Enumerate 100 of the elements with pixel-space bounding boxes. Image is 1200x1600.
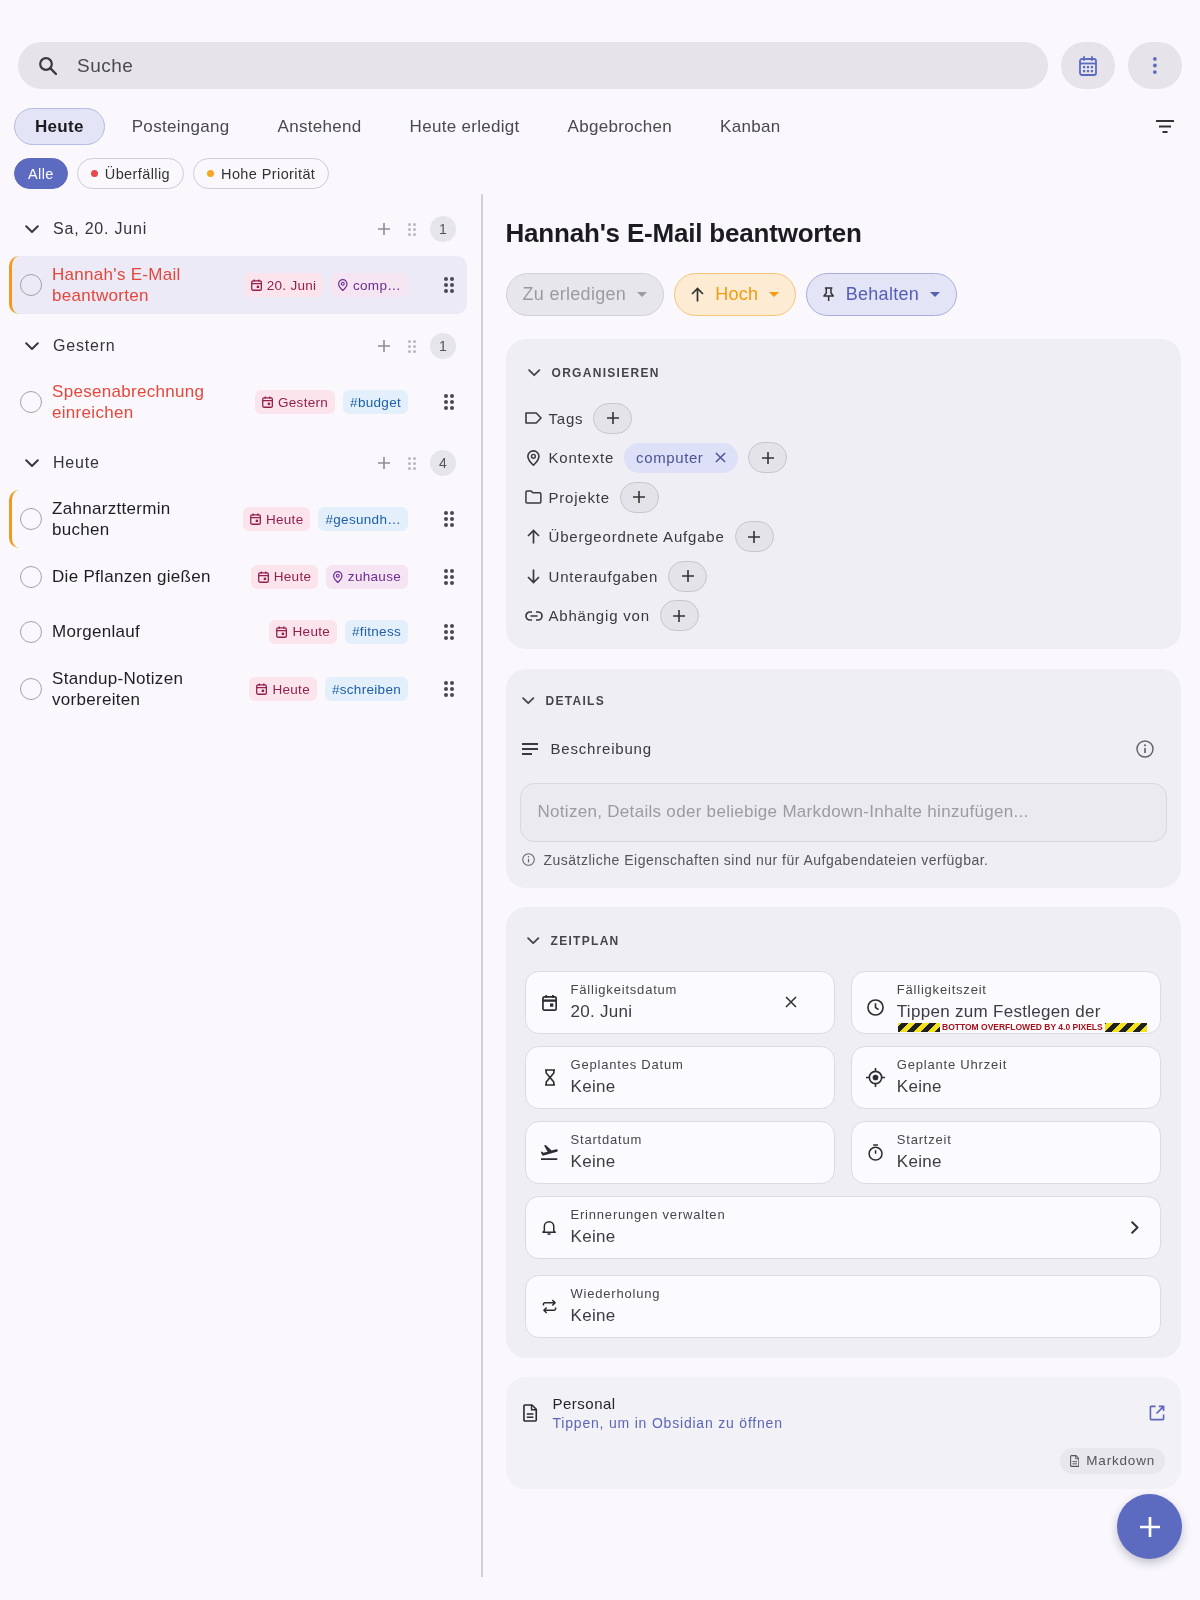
file-card[interactable]: Personal Tippen, um in Obsidian zu öffnen Markdown: [505, 1376, 1181, 1489]
task-row[interactable]: Standup-Notizen vorbereiten Heute #schreiben: [9, 660, 467, 718]
drag-handle-icon[interactable]: [408, 339, 416, 353]
field-value: Keine: [570, 1226, 617, 1247]
task-title: Die Pflanzen gießen: [52, 566, 211, 587]
airplane-icon: [541, 1144, 558, 1160]
chevron-down-icon[interactable]: [25, 458, 39, 468]
section-toggle[interactable]: ZEITPLAN: [524, 930, 620, 951]
drag-handle-icon[interactable]: [444, 681, 454, 697]
plus-icon: [748, 530, 761, 543]
drag-handle-icon[interactable]: [408, 456, 416, 470]
section-toggle[interactable]: DETAILS: [519, 690, 606, 711]
context-label: comp…: [353, 277, 401, 293]
date-label: Heute: [292, 624, 331, 639]
add-button[interactable]: [593, 402, 633, 434]
add-button[interactable]: [659, 600, 699, 631]
add-task-button[interactable]: [1117, 1494, 1182, 1559]
task-count: 1: [430, 216, 456, 242]
info-icon[interactable]: [1136, 739, 1154, 758]
search-field[interactable]: Suche: [18, 42, 1048, 89]
calendar-icon: [541, 993, 558, 1011]
task-row[interactable]: Spesenabrechnung einreichen Gestern #budget: [9, 373, 467, 431]
link-icon: [524, 610, 543, 621]
field-label: Startdatum: [570, 1132, 643, 1148]
due-time-field[interactable]: Fälligkeitszeit Tippen zum Festlegen der BOTTOM OVERFLOWED BY 4.0 PIXELS: [850, 970, 1161, 1034]
task-row[interactable]: Morgenlauf Heute #fitness: [9, 605, 467, 658]
add-button[interactable]: [619, 481, 659, 513]
task-title: Zahnarzttermin buchen: [52, 498, 172, 540]
tab[interactable]: Anstehend: [256, 108, 383, 145]
tab[interactable]: Kanban: [699, 108, 802, 145]
tag-icon: [525, 412, 542, 424]
arrow-down-icon: [527, 568, 540, 584]
scheduled-time-field[interactable]: Geplante Uhrzeit Keine: [850, 1045, 1161, 1109]
plus-icon[interactable]: [378, 340, 390, 352]
field-label: Tags: [548, 409, 584, 427]
task-title: Morgenlauf: [52, 621, 141, 642]
add-button[interactable]: [668, 560, 708, 592]
drag-handle-icon[interactable]: [444, 623, 454, 640]
plus-icon: [761, 451, 774, 464]
drag-handle-icon[interactable]: [444, 511, 454, 527]
tag-chip: #fitness: [345, 619, 408, 644]
tab[interactable]: Posteingang: [110, 108, 251, 145]
document-icon: [1069, 1454, 1080, 1467]
tab[interactable]: Heute erledigt: [388, 108, 541, 145]
external-link-icon[interactable]: [1149, 1405, 1165, 1421]
start-time-field[interactable]: Startzeit Keine: [850, 1120, 1161, 1184]
drag-handle-icon[interactable]: [444, 394, 454, 410]
open-in-obsidian-link[interactable]: Tippen, um in Obsidian zu öffnen: [552, 1413, 783, 1432]
close-icon: [784, 996, 797, 1008]
field-label: Geplante Uhrzeit: [896, 1057, 1008, 1073]
task-row[interactable]: Die Pflanzen gießen Heute zuhause: [9, 550, 467, 603]
plus-icon: [1139, 1516, 1160, 1537]
reminders-field[interactable]: Erinnerungen verwalten Keine: [524, 1195, 1161, 1259]
calendar-button[interactable]: [1061, 42, 1115, 89]
plus-icon[interactable]: [378, 457, 390, 469]
task-row[interactable]: Hannah's E-Mail beantworten 20. Juni comp…: [9, 256, 467, 314]
chevron-right-icon: [1131, 1220, 1139, 1234]
context-chip[interactable]: computer: [624, 442, 739, 473]
keep-dropdown[interactable]: Behalten: [806, 273, 958, 316]
bell-icon: [542, 1219, 557, 1235]
field-label: Wiederholung: [570, 1286, 661, 1302]
tab[interactable]: Heute: [14, 108, 105, 145]
folder-icon: [525, 490, 542, 504]
plus-icon[interactable]: [378, 223, 390, 235]
info-icon: [521, 853, 535, 866]
info-note: Zusätzliche Eigenschaften sind nur für Aufgabendateien verfügbar.: [543, 851, 989, 868]
field-label: Projekte: [548, 488, 610, 506]
add-button[interactable]: [734, 521, 774, 552]
field-value: Keine: [896, 1151, 943, 1172]
format-label: Markdown: [1086, 1453, 1155, 1468]
task-title: Spesenabrechnung einreichen: [52, 381, 206, 423]
task-count: 1: [430, 333, 456, 359]
field-label: Startzeit: [896, 1132, 952, 1148]
field-label: Übergeordnete Aufgabe: [548, 528, 725, 545]
drag-handle-icon[interactable]: [444, 568, 454, 585]
chevron-down-icon[interactable]: [25, 341, 39, 351]
description-field[interactable]: Notizen, Details oder beliebige Markdown-Inhalte hinzufügen...: [519, 782, 1167, 842]
tab[interactable]: Abgebrochen: [546, 108, 694, 145]
scheduled-date-field[interactable]: Geplantes Datum Keine: [524, 1045, 835, 1109]
drag-handle-icon[interactable]: [408, 222, 416, 236]
field-value: Keine: [570, 1151, 617, 1172]
location-pin-icon: [338, 279, 348, 291]
section-toggle[interactable]: ORGANISIEREN: [525, 363, 660, 383]
filter-chip[interactable]: Überfällig: [76, 158, 185, 189]
field-label: Fälligkeitszeit: [896, 982, 988, 998]
add-button[interactable]: [748, 442, 788, 473]
filter-chip[interactable]: Hohe Priorität: [193, 158, 330, 189]
due-date-field[interactable]: Fälligkeitsdatum 20. Juni: [524, 970, 835, 1034]
recurrence-field[interactable]: Wiederholung Keine: [524, 1274, 1161, 1338]
calendar-icon: [261, 396, 273, 408]
chevron-down-icon[interactable]: [25, 224, 39, 234]
plus-icon: [673, 609, 686, 622]
file-name: Personal: [552, 1394, 616, 1413]
task-row[interactable]: Zahnarzttermin buchen Heute #gesundh…: [9, 490, 467, 548]
start-date-field[interactable]: Startdatum Keine: [524, 1120, 835, 1184]
field-label: Beschreibung: [550, 740, 652, 757]
drag-handle-icon[interactable]: [444, 277, 454, 293]
filter-chip[interactable]: Alle: [14, 158, 68, 189]
context-label: zuhause: [347, 569, 401, 584]
group-title: Sa, 20. Juni: [53, 220, 148, 238]
